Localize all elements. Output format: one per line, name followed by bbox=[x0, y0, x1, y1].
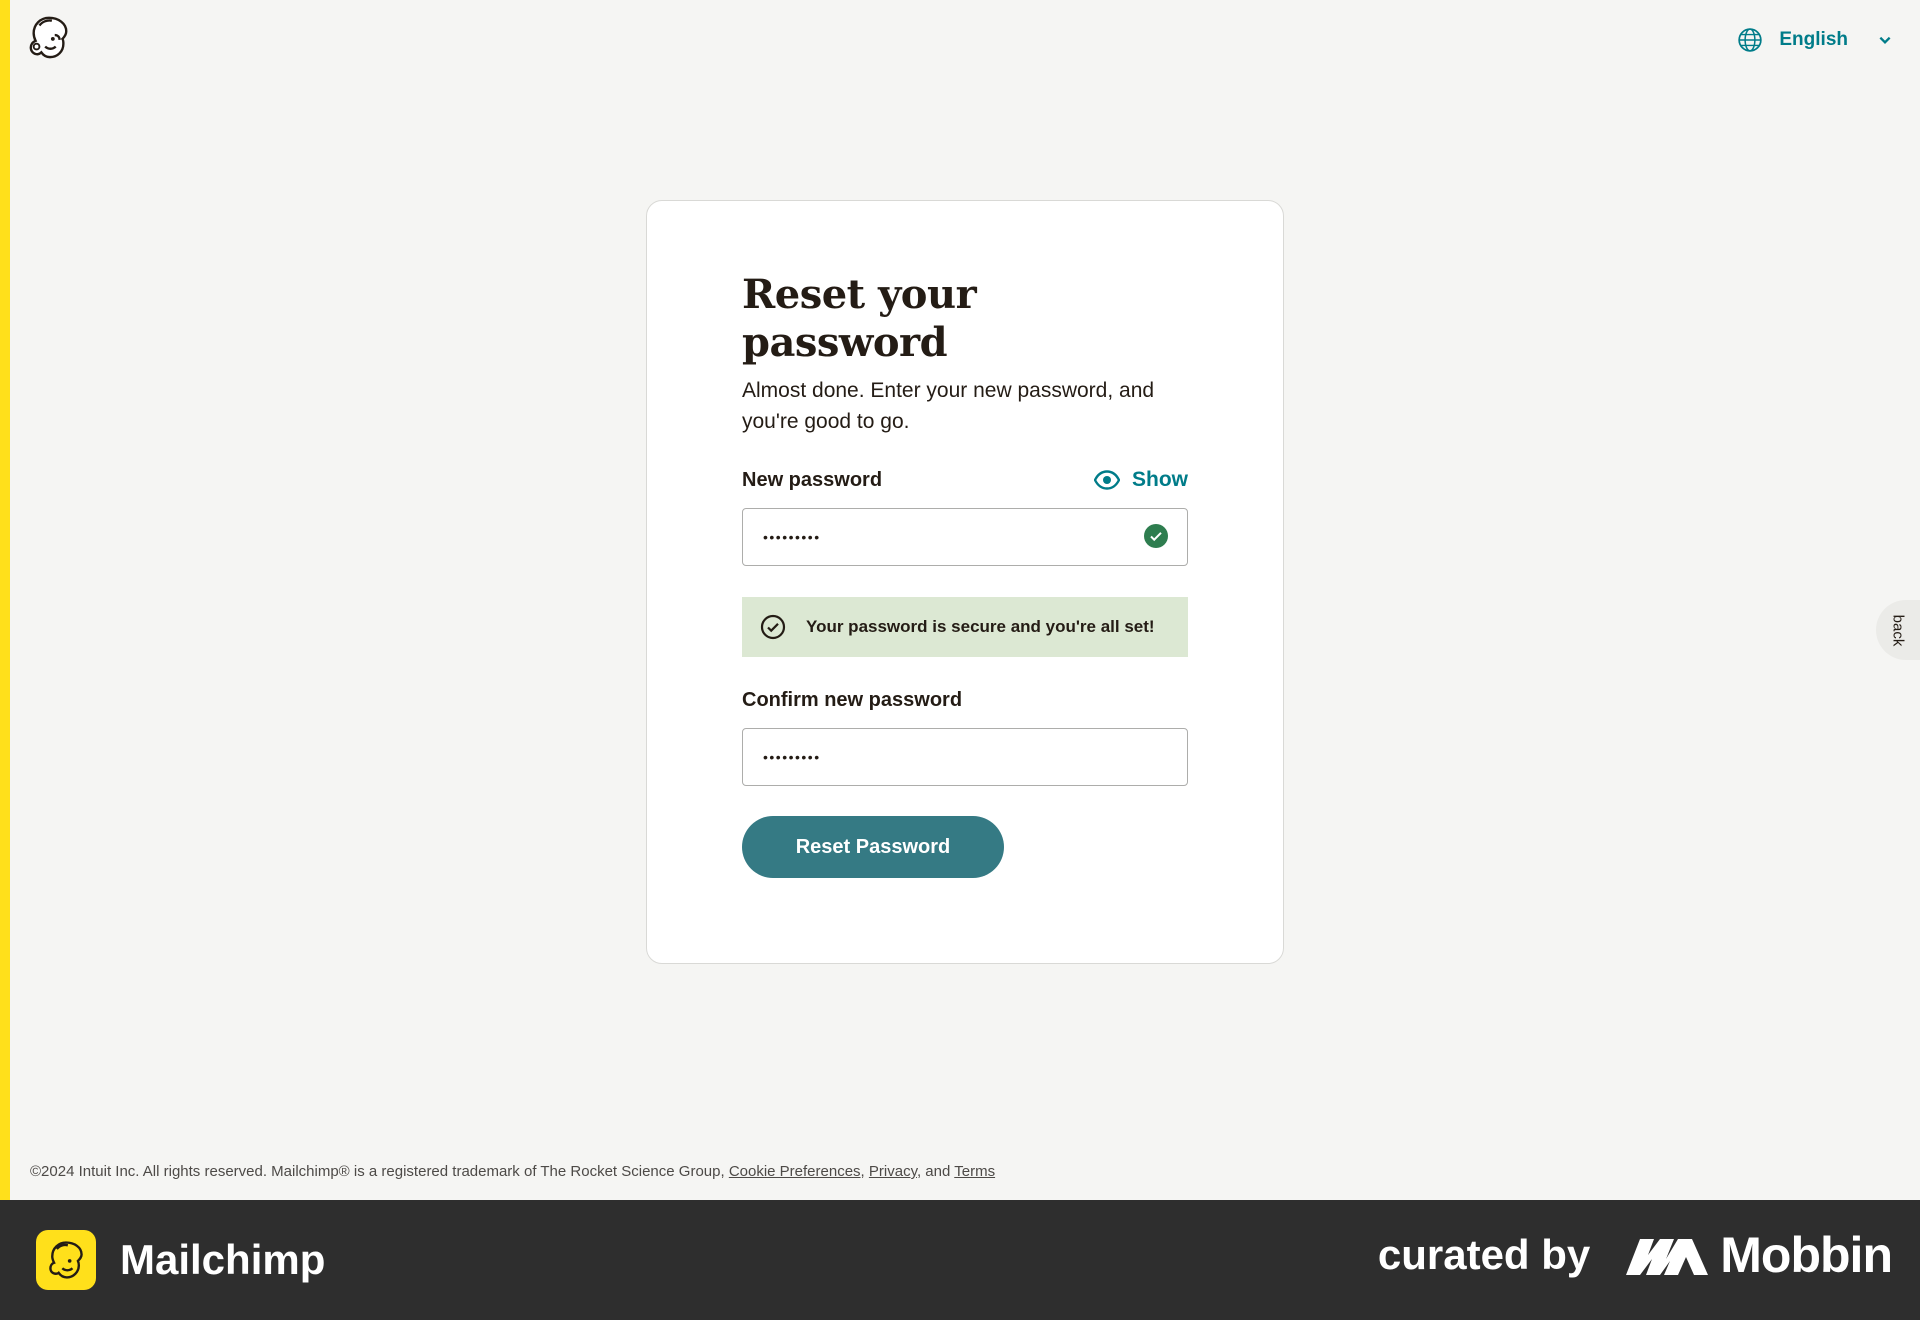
mobbin-brand: Mobbin bbox=[1626, 1226, 1893, 1284]
footer-separator: , bbox=[860, 1163, 865, 1180]
mailchimp-logo-icon[interactable] bbox=[26, 14, 72, 60]
footer-separator: , and bbox=[916, 1163, 951, 1180]
reset-password-button[interactable]: Reset Password bbox=[742, 816, 1004, 878]
curated-by: curated by Mobbin bbox=[1377, 1226, 1893, 1284]
new-password-label: New password bbox=[742, 468, 883, 491]
brand-app: Mailchimp bbox=[36, 1230, 325, 1290]
confirm-password-input[interactable]: ••••••••• bbox=[742, 728, 1188, 786]
eye-icon bbox=[1094, 470, 1120, 490]
app-name: Mailchimp bbox=[120, 1236, 326, 1283]
brand-accent-strip bbox=[0, 0, 10, 1200]
feedback-tab[interactable]: back bbox=[1876, 600, 1920, 660]
curated-by-text: curated by bbox=[1377, 1231, 1591, 1278]
check-circle-outline-icon bbox=[760, 614, 786, 640]
confirm-password-value: ••••••••• bbox=[763, 749, 821, 765]
show-password-toggle[interactable]: Show bbox=[1094, 468, 1188, 492]
new-password-input[interactable]: ••••••••• bbox=[742, 508, 1188, 566]
confirm-password-label: Confirm new password bbox=[742, 688, 963, 711]
feedback-tab-label: back bbox=[1889, 614, 1907, 646]
mobbin-logo-icon bbox=[1626, 1239, 1709, 1275]
brand-bar: Mailchimp curated by Mobbin bbox=[0, 1200, 1920, 1320]
mailchimp-freddie-icon bbox=[49, 1241, 83, 1279]
mailchimp-app-icon bbox=[36, 1230, 96, 1290]
password-notice-text: Your password is secure and you're all s… bbox=[806, 617, 1155, 636]
reset-password-card: Reset your password Almost done. Enter y… bbox=[646, 200, 1284, 964]
password-strength-notice: Your password is secure and you're all s… bbox=[742, 597, 1188, 657]
confirm-password-header: Confirm new password bbox=[742, 685, 1188, 715]
language-label: English bbox=[1779, 29, 1848, 50]
new-password-header: New password Show bbox=[742, 465, 1188, 495]
globe-icon bbox=[1738, 28, 1763, 52]
page-title: Reset your password bbox=[742, 271, 977, 366]
cookie-preferences-link[interactable]: Cookie Preferences bbox=[729, 1163, 861, 1180]
footer-legal: ©2024 Intuit Inc. All rights reserved. M… bbox=[30, 1163, 995, 1180]
reset-password-form: Reset your password Almost done. Enter y… bbox=[742, 271, 1188, 878]
new-password-value: ••••••••• bbox=[763, 529, 821, 545]
language-selector[interactable]: English bbox=[1737, 22, 1892, 58]
terms-link[interactable]: Terms bbox=[954, 1163, 995, 1180]
show-password-label: Show bbox=[1132, 468, 1188, 491]
mobbin-name: Mobbin bbox=[1720, 1227, 1893, 1283]
check-circle-icon bbox=[1144, 524, 1168, 548]
privacy-link[interactable]: Privacy bbox=[869, 1163, 917, 1180]
page-subtitle: Almost done. Enter your new password, an… bbox=[742, 379, 1155, 433]
legal-text: ©2024 Intuit Inc. All rights reserved. M… bbox=[30, 1163, 725, 1180]
chevron-down-icon bbox=[1879, 36, 1891, 44]
